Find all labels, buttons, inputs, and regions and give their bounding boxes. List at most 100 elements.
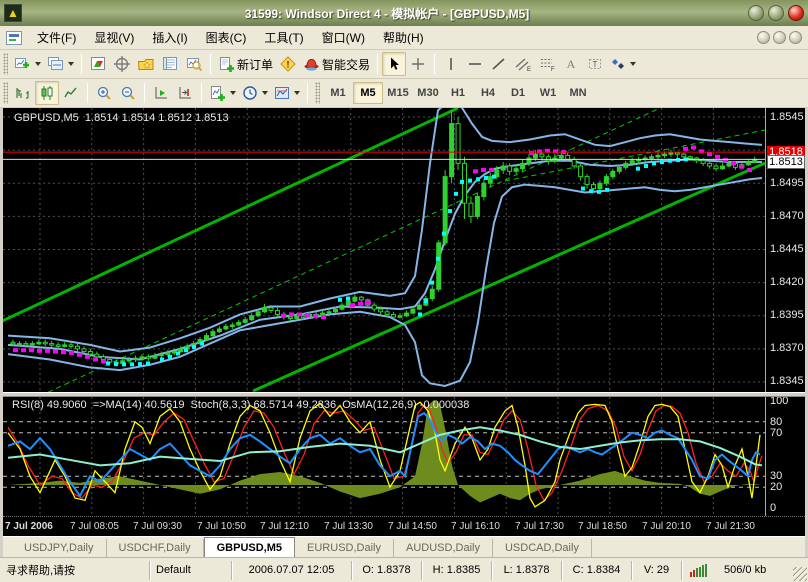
navigator-button[interactable]: [134, 52, 158, 76]
periods-button[interactable]: [239, 81, 271, 105]
dropdown-arrow-icon: [294, 91, 300, 95]
arrows-tool-button[interactable]: [607, 52, 639, 76]
indicators-button[interactable]: [206, 81, 239, 105]
close-button[interactable]: [788, 5, 804, 21]
time-axis[interactable]: 7 Jul 20067 Jul 08:057 Jul 09:307 Jul 10…: [3, 516, 805, 536]
profiles-icon: [47, 56, 64, 72]
price-axis-label: 1.8470: [770, 210, 804, 222]
indicator-pane[interactable]: [3, 397, 765, 516]
minimize-button[interactable]: [748, 5, 764, 21]
price-axis[interactable]: 1.85451.84951.84701.84451.84201.83951.83…: [765, 108, 805, 516]
favorites-folder-icon: [137, 56, 155, 72]
horizontal-line-tool-button[interactable]: [463, 52, 487, 76]
indicator-header: RSI(8) 49.9060 =>MA(14) 40.5619 Stoch(8,…: [12, 399, 469, 411]
mdi-minimize-button[interactable]: [757, 31, 770, 44]
chart-shift-button[interactable]: [173, 81, 197, 105]
market-watch-button[interactable]: [86, 52, 110, 76]
strategy-tester-button[interactable]: [182, 52, 206, 76]
mdi-close-button[interactable]: [789, 31, 802, 44]
cursor-tool-button[interactable]: [382, 52, 406, 76]
menu-item-0[interactable]: 文件(F): [28, 26, 85, 49]
new-order-button[interactable]: 新订单: [215, 52, 276, 76]
price-chart[interactable]: [3, 108, 765, 392]
pane-splitter[interactable]: [3, 392, 805, 397]
timeframe-button-h4[interactable]: H4: [473, 82, 503, 104]
status-low: L: 1.8378: [492, 561, 562, 580]
chart-tab-usdcad[interactable]: USDCAD,Daily: [493, 539, 592, 557]
dropdown-arrow-icon: [230, 91, 236, 95]
timeframe-button-m5[interactable]: M5: [353, 82, 383, 104]
toolbar-drag-handle[interactable]: [3, 82, 8, 104]
line-chart-button[interactable]: [59, 81, 83, 105]
timeframe-button-m1[interactable]: M1: [323, 82, 353, 104]
chart-tab-audusd[interactable]: AUDUSD,Daily: [394, 539, 493, 557]
chart-tab-gbpusd[interactable]: GBPUSD,M5: [204, 537, 295, 557]
market-watch-icon: [90, 56, 106, 72]
price-axis-label: 1.8495: [770, 177, 804, 189]
crosshair-tool-button[interactable]: [406, 52, 430, 76]
timeframe-button-d1[interactable]: D1: [503, 82, 533, 104]
arrows-shapes-icon: [610, 56, 626, 72]
menu-item-2[interactable]: 插入(I): [143, 26, 196, 49]
vertical-line-icon: [443, 56, 459, 72]
fibonacci-icon: F: [539, 56, 555, 72]
chart-window-icon[interactable]: [6, 31, 22, 45]
price-axis-label: 1.8420: [770, 276, 804, 288]
equidistant-channel-icon: E: [515, 56, 531, 72]
clock-icon: [242, 85, 258, 101]
zoom-out-button[interactable]: [116, 81, 140, 105]
horizontal-line-icon: [467, 56, 483, 72]
expert-advisors-button[interactable]: 智能交易: [300, 52, 373, 76]
candlestick-chart-button[interactable]: [35, 81, 59, 105]
alerts-button[interactable]: !: [276, 52, 300, 76]
menu-item-3[interactable]: 图表(C): [197, 26, 256, 49]
svg-text:T: T: [593, 60, 598, 69]
menu-item-6[interactable]: 帮助(H): [374, 26, 433, 49]
svg-text:A: A: [567, 57, 576, 71]
indicator-axis-label: 70: [770, 427, 782, 439]
candlestick-icon: [39, 85, 55, 101]
mdi-restore-button[interactable]: [773, 31, 786, 44]
timeframe-button-mn[interactable]: MN: [563, 82, 593, 104]
status-close: C: 1.8384: [562, 561, 632, 580]
channel-tool-button[interactable]: E: [511, 52, 535, 76]
price-axis-label: 1.8370: [770, 342, 804, 354]
trendline-tool-button[interactable]: [487, 52, 511, 76]
maximize-button[interactable]: [768, 5, 784, 21]
crosshair-icon: [410, 56, 426, 72]
time-axis-label: 7 Jul 20:10: [642, 521, 691, 532]
text-label-tool-button[interactable]: T: [583, 52, 607, 76]
chart-shift-icon: [177, 85, 193, 101]
status-volume: V: 29: [632, 561, 682, 580]
zoom-in-button[interactable]: [92, 81, 116, 105]
timeframe-button-m30[interactable]: M30: [413, 82, 443, 104]
timeframe-button-h1[interactable]: H1: [443, 82, 473, 104]
status-high: H: 1.8385: [422, 561, 492, 580]
menu-item-5[interactable]: 窗口(W): [313, 26, 374, 49]
chart-tab-usdjpy[interactable]: USDJPY,Daily: [12, 539, 107, 557]
chart-tab-eurusd[interactable]: EURUSD,Daily: [295, 539, 394, 557]
timeframe-button-w1[interactable]: W1: [533, 82, 563, 104]
auto-scroll-button[interactable]: [149, 81, 173, 105]
toolbar-drag-handle[interactable]: [315, 82, 320, 104]
menu-item-4[interactable]: 工具(T): [255, 26, 312, 49]
data-window-button[interactable]: [110, 52, 134, 76]
new-order-icon: [218, 56, 235, 72]
timeframe-button-m15[interactable]: M15: [383, 82, 413, 104]
charts-toolbar: M1M5M15M30H1H4D1W1MN: [0, 79, 808, 108]
fibonacci-tool-button[interactable]: F: [535, 52, 559, 76]
vertical-line-tool-button[interactable]: [439, 52, 463, 76]
profiles-button[interactable]: [44, 52, 77, 76]
terminal-button[interactable]: [158, 52, 182, 76]
resize-grip[interactable]: [793, 567, 807, 581]
indicator-axis-label: 20: [770, 481, 782, 493]
chart-tab-usdchf[interactable]: USDCHF,Daily: [107, 539, 204, 557]
bar-chart-button[interactable]: [11, 81, 35, 105]
svg-text:F: F: [551, 67, 555, 72]
menu-item-1[interactable]: 显视(V): [85, 26, 143, 49]
templates-button[interactable]: [271, 81, 303, 105]
new-chart-button[interactable]: [11, 52, 44, 76]
cursor-arrow-icon: [386, 56, 402, 72]
text-tool-button[interactable]: A: [559, 52, 583, 76]
toolbar-drag-handle[interactable]: [3, 53, 8, 75]
